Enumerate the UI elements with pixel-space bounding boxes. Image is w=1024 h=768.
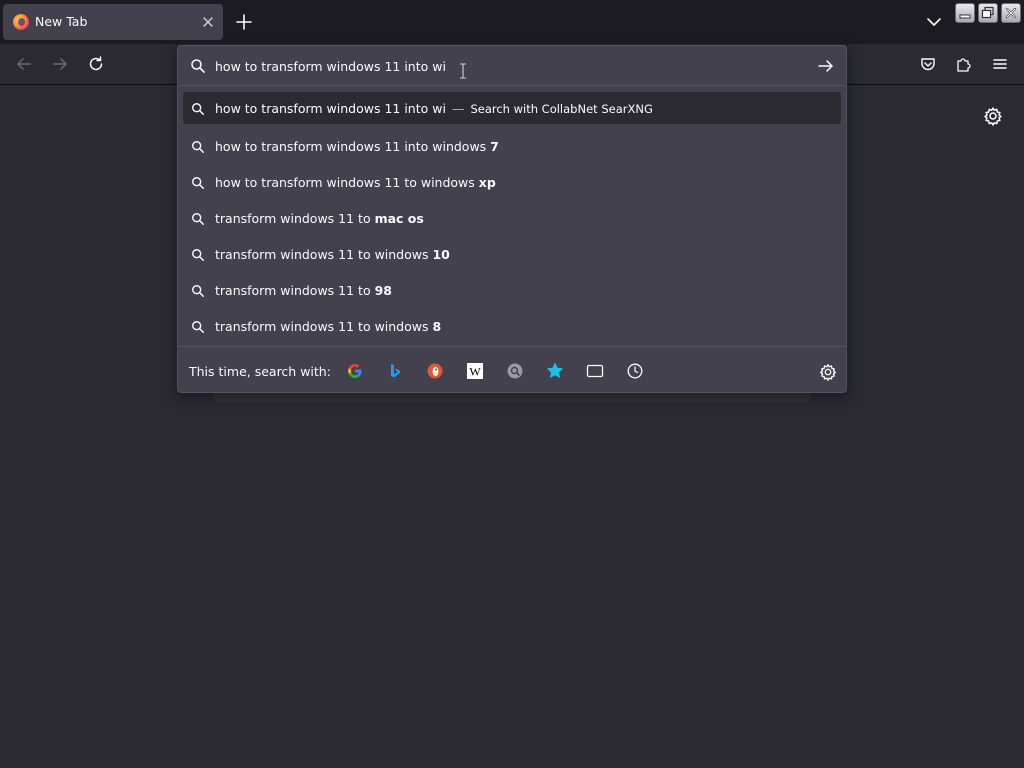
one-off-search-bar: This time, search with: W (178, 346, 846, 393)
list-all-tabs-button[interactable] (922, 10, 946, 34)
duckduckgo-icon[interactable] (424, 360, 446, 382)
suggestion-row[interactable]: how to transform windows 11 into wi — Sear… (183, 92, 841, 124)
suggestion-row[interactable]: how to transform windows 11 to windows x… (183, 164, 841, 200)
back-button[interactable] (8, 48, 40, 80)
pocket-icon (921, 58, 935, 71)
suggestion-completion: 8 (432, 318, 442, 334)
app-menu-button[interactable] (984, 48, 1016, 80)
suggestion-text: how to transform windows 11 to windows x… (215, 175, 496, 190)
search-settings-button[interactable] (818, 362, 838, 382)
suggestion-text: transform windows 11 to windows 8 (215, 319, 441, 334)
search-icon (190, 58, 206, 78)
suggestion-completion: xp (478, 174, 496, 190)
svg-text:W: W (469, 365, 481, 379)
tab-new-tab[interactable]: New Tab (3, 4, 223, 40)
one-off-label: This time, search with: (189, 364, 331, 379)
firefox-logo-icon (13, 14, 29, 30)
tab-close-icon[interactable] (199, 13, 217, 31)
search-icon (191, 319, 205, 338)
suggestion-typed-text: how to transform windows 11 into windows (215, 138, 491, 154)
suggestion-row[interactable]: transform windows 11 to windows 8 (183, 308, 841, 344)
new-tab-settings-button[interactable] (982, 105, 1004, 127)
wikipedia-icon[interactable]: W (464, 360, 486, 382)
action-separator: — (451, 100, 465, 116)
suggestion-typed-text: transform windows 11 to (215, 210, 375, 226)
tabs-icon[interactable] (584, 360, 606, 382)
arrow-right-icon (818, 60, 833, 72)
search-icon (191, 139, 205, 158)
suggestion-row[interactable]: how to transform windows 11 into windows… (183, 128, 841, 164)
puzzle-icon (957, 58, 971, 72)
google-icon[interactable] (344, 360, 366, 382)
tab-strip: New Tab (0, 0, 1024, 44)
suggestion-typed-text: transform windows 11 to windows (215, 246, 433, 262)
window-controls (955, 3, 1021, 23)
close-window-button[interactable] (1001, 3, 1021, 23)
go-button[interactable] (815, 56, 837, 76)
suggestion-typed-text: how to transform windows 11 into wi (215, 100, 446, 116)
restore-icon (981, 6, 994, 19)
text-cursor-icon (459, 63, 467, 79)
new-tab-button[interactable] (230, 8, 258, 36)
searxng-icon[interactable] (504, 360, 526, 382)
gear-icon (820, 364, 836, 381)
urlbar-input[interactable] (215, 57, 805, 75)
suggestion-list: how to transform windows 11 into wi — Sear… (183, 92, 841, 344)
arrow-right-icon (53, 58, 67, 70)
bookmarks-star-icon[interactable] (544, 360, 566, 382)
suggestion-row[interactable]: transform windows 11 to windows 10 (183, 236, 841, 272)
suggestion-completion: 7 (490, 138, 499, 154)
search-icon (191, 211, 205, 230)
suggestion-text: how to transform windows 11 into wi — Sear… (215, 101, 653, 116)
search-box-backdrop (213, 393, 811, 402)
extensions-button[interactable] (948, 48, 980, 80)
reload-button[interactable] (80, 48, 112, 80)
close-icon (1005, 7, 1017, 19)
restore-button[interactable] (978, 3, 998, 23)
minimize-button[interactable] (955, 3, 975, 23)
bing-icon[interactable] (384, 360, 406, 382)
gear-icon (984, 107, 1002, 126)
chevron-down-icon (927, 18, 941, 26)
suggestion-text: transform windows 11 to 98 (215, 283, 392, 298)
suggestion-text: transform windows 11 to windows 10 (215, 247, 450, 262)
suggestion-completion: 10 (432, 246, 450, 262)
urlbar-popup: how to transform windows 11 into wi — Sear… (177, 45, 847, 393)
suggestion-row[interactable]: transform windows 11 to mac os (183, 200, 841, 236)
suggestion-row[interactable]: transform windows 11 to 98 (183, 272, 841, 308)
suggestion-typed-text: transform windows 11 to windows (215, 318, 433, 334)
search-icon (191, 247, 205, 266)
pocket-button[interactable] (912, 48, 944, 80)
hamburger-menu-icon (993, 59, 1007, 69)
history-clock-icon[interactable] (624, 360, 646, 382)
suggestion-action-text: Search with CollabNet SearXNG (470, 101, 653, 116)
reload-icon (89, 56, 103, 71)
suggestion-text: how to transform windows 11 into windows… (215, 139, 499, 154)
suggestion-completion: 98 (374, 282, 392, 298)
plus-icon (236, 14, 252, 30)
suggestion-typed-text: how to transform windows 11 to windows (215, 174, 479, 190)
arrow-left-icon (17, 58, 31, 70)
search-icon (191, 101, 205, 120)
search-icon (191, 283, 205, 302)
urlbar (178, 46, 846, 86)
tab-title: New Tab (35, 14, 88, 29)
search-icon (191, 175, 205, 194)
suggestion-completion: mac os (374, 210, 424, 226)
suggestion-typed-text: transform windows 11 to (215, 282, 375, 298)
suggestion-text: transform windows 11 to mac os (215, 211, 424, 226)
minimize-icon (959, 14, 971, 19)
forward-button[interactable] (44, 48, 76, 80)
